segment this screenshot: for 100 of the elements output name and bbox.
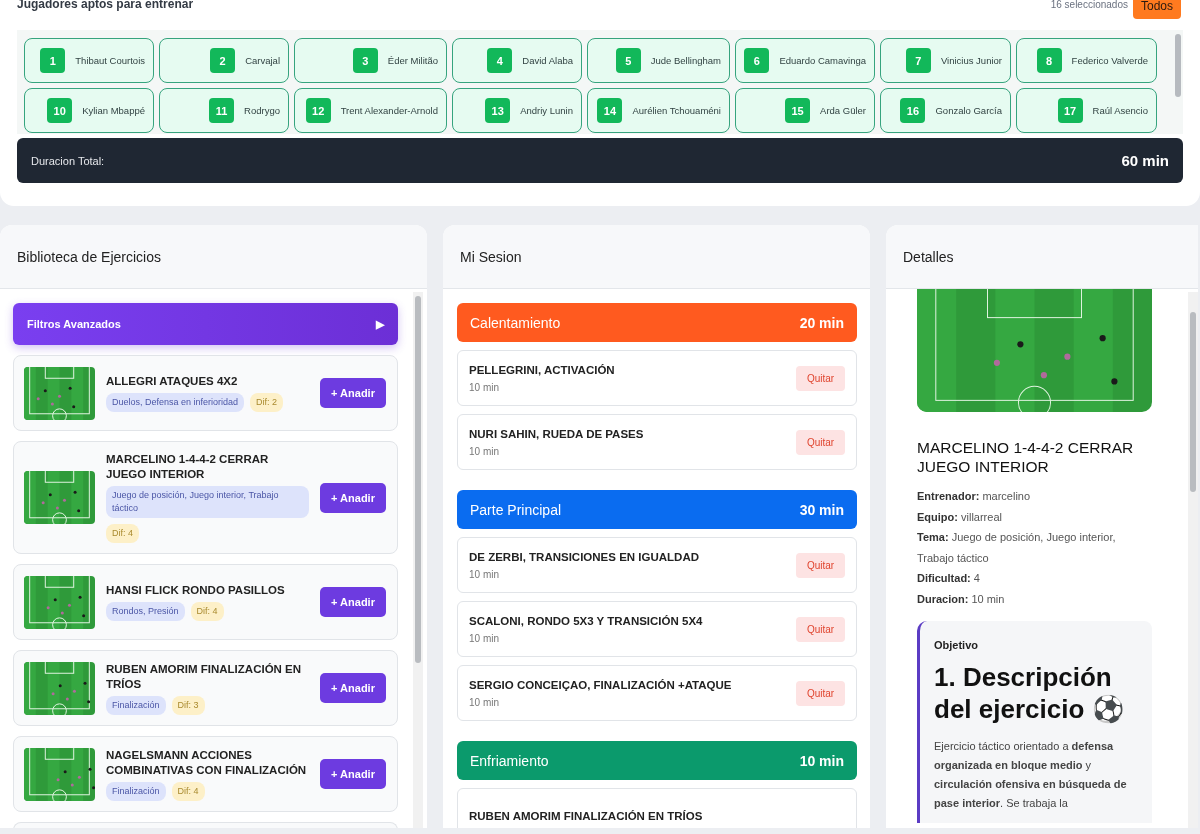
- player-chip[interactable]: 13 Andriy Lunin: [452, 88, 582, 133]
- player-number: 13: [485, 98, 511, 123]
- total-value: 60 min: [1121, 152, 1169, 169]
- exercise-duration: 10 min: [469, 696, 500, 708]
- player-chip[interactable]: 8 Federico Valverde: [1016, 38, 1157, 83]
- selected-count: 16 seleccionados: [1050, 0, 1128, 10]
- exercise-card[interactable]: RUBEN AMORIM FINALIZACIÓN EN TRÍOS Finalización Dif: 3 + Anadir: [13, 650, 398, 726]
- player-chip[interactable]: 2 Carvajal: [159, 38, 289, 83]
- tag-chip: Finalización: [106, 695, 166, 715]
- exercise-card[interactable]: HANSI FLICK RONDO PASILLOS Rondos, Presión Dif: 4 + Anadir: [13, 564, 398, 640]
- exercise-title: ALLEGRI ATAQUES 4X2: [106, 374, 238, 389]
- section-title: Jugadores aptos para entrenar: [17, 0, 195, 11]
- detail-line: Tema: Juego de posición, Juego interior, Trabajo táctico: [917, 530, 1117, 566]
- player-name: Thibaut Courtois: [75, 55, 145, 66]
- player-name: Eduardo Camavinga: [779, 55, 866, 66]
- player-name: Aurélien Tchouaméni: [632, 105, 721, 116]
- exercise-card[interactable]: ALLEGRI ATAQUES 4X2 Duelos, Defensa en inferioridad Dif: 2 + Anadir: [13, 355, 398, 431]
- difficulty-chip: Dif: 3: [171, 695, 205, 715]
- player-number: 14: [597, 98, 623, 123]
- player-chip[interactable]: 14 Aurélien Tchouaméni: [587, 88, 730, 133]
- scrollbar: [1175, 34, 1181, 97]
- player-name: David Alaba: [522, 55, 573, 66]
- block-duration: 30 min: [799, 501, 844, 518]
- player-chip[interactable]: 10 Kylian Mbappé: [24, 88, 154, 133]
- player-number: 11: [209, 98, 235, 123]
- difficulty-chip: Dif: 2: [250, 393, 284, 412]
- block-name: Parte Principal: [470, 501, 562, 518]
- add-button[interactable]: + Anadir: [320, 759, 386, 789]
- remove-button[interactable]: Quitar: [796, 680, 845, 706]
- player-name: Vinicius Junior: [940, 55, 1002, 66]
- player-chip[interactable]: 5 Jude Bellingham: [587, 38, 730, 83]
- detail-line: Entrenador: marcelino: [917, 489, 1032, 504]
- player-chip[interactable]: 1 Thibaut Courtois: [24, 38, 154, 83]
- player-chip[interactable]: 15 Arda Güler: [735, 88, 875, 133]
- exercise-duration: 10 min: [469, 381, 500, 393]
- player-name: Kylian Mbappé: [82, 105, 145, 116]
- block-name: Enfriamiento: [470, 752, 549, 769]
- player-number: 15: [785, 98, 811, 123]
- tag-chip: Duelos, Defensa en inferioridad: [106, 393, 245, 412]
- exercise-duration: 10 min: [469, 445, 500, 457]
- advanced-filters-button[interactable]: Filtros Avanzados ▶: [13, 303, 398, 345]
- exercise-title: HANSI FLICK RONDO PASILLOS: [106, 583, 285, 598]
- remove-button[interactable]: Quitar: [796, 365, 845, 391]
- block-duration: 20 min: [799, 314, 844, 331]
- player-number: 5: [615, 48, 641, 73]
- exercise-duration: 10 min: [469, 568, 500, 580]
- add-button[interactable]: + Anadir: [320, 587, 386, 617]
- player-chip[interactable]: 3 Éder Militão: [294, 38, 447, 83]
- player-number: 10: [47, 98, 73, 123]
- difficulty-chip: Dif: 4: [171, 781, 205, 801]
- player-name: Rodrygo: [244, 105, 280, 116]
- player-chip[interactable]: 17 Raúl Asencio: [1016, 88, 1157, 133]
- player-name: Andriy Lunin: [520, 105, 573, 116]
- remove-button[interactable]: Quitar: [796, 429, 845, 455]
- player-number: 7: [905, 48, 931, 73]
- exercise-title: RUBEN AMORIM FINALIZACIÓN EN TRÍOS: [106, 661, 303, 692]
- player-number: 12: [305, 98, 331, 123]
- remove-button[interactable]: Quitar: [796, 616, 845, 642]
- objective-heading: 1. Descripción del ejercicio ⚽: [934, 661, 1125, 725]
- difficulty-chip: Dif: 4: [106, 524, 139, 543]
- panel-title: Mi Sesion: [443, 225, 870, 289]
- objective-text: Ejercicio táctico orientado a defensa organizada en bloque medio y circulación ofensiva en búsqueda de pase interior. Se trabaja la: [934, 739, 1128, 811]
- select-all-button[interactable]: Todos: [1132, 0, 1181, 19]
- exercise-title: NURI SAHIN, RUEDA DE PASES: [469, 427, 644, 440]
- exercise-card[interactable]: MARCELINO 1-4-4-2 CERRAR JUEGO INTERIOR Juego de posición, Juego interior, Trabajo táctico Dif: 4 + Anadir: [13, 441, 398, 554]
- total-label: Duracion Total:: [31, 154, 105, 167]
- exercise-title: PELLEGRINI, ACTIVACIÓN: [469, 363, 615, 376]
- add-button[interactable]: + Anadir: [320, 482, 386, 513]
- player-chip[interactable]: 12 Trent Alexander-Arnold: [294, 88, 447, 133]
- exercise-title: RUBEN AMORIM FINALIZACIÓN EN TRÍOS: [469, 810, 703, 822]
- tag-chip: Finalización: [106, 781, 166, 801]
- player-number: 6: [744, 48, 770, 73]
- remove-button[interactable]: Quitar: [796, 552, 845, 578]
- player-number: 1: [40, 48, 66, 73]
- add-button[interactable]: + Anadir: [320, 673, 386, 703]
- player-number: 17: [1057, 98, 1083, 123]
- player-name: Gonzalo García: [935, 105, 1002, 116]
- player-chip[interactable]: 11 Rodrygo: [159, 88, 289, 133]
- player-number: 16: [900, 98, 926, 123]
- player-chip[interactable]: 16 Gonzalo García: [880, 88, 1011, 133]
- player-number: 3: [352, 48, 378, 73]
- player-chip[interactable]: 7 Vinicius Junior: [880, 38, 1011, 83]
- panel-title: Detalles: [886, 225, 1198, 289]
- player-chip[interactable]: 4 David Alaba: [452, 38, 582, 83]
- objective-label: Objetivo: [934, 639, 979, 651]
- block-duration: 10 min: [799, 752, 844, 769]
- exercise-title: DE ZERBI, TRANSICIONES EN IGUALDAD: [469, 550, 699, 563]
- player-name: Jude Bellingham: [650, 55, 721, 66]
- add-button[interactable]: + Anadir: [320, 378, 386, 408]
- exercise-title: SCALONI, RONDO 5X3 Y TRANSICIÓN 5X4: [469, 614, 703, 627]
- player-name: Raúl Asencio: [1092, 105, 1148, 116]
- detail-line: Dificultad: 4: [917, 571, 981, 586]
- player-chip[interactable]: 6 Eduardo Camavinga: [735, 38, 875, 83]
- exercise-card[interactable]: NAGELSMANN ACCIONES COMBINATIVAS CON FINALIZACIÓN Finalización Dif: 4 + Anadir: [13, 736, 398, 812]
- player-name: Carvajal: [245, 55, 280, 66]
- block-name: Calentamiento: [470, 314, 561, 331]
- detail-line: Duracion: 10 min: [917, 591, 1006, 607]
- tag-chip: Juego de posición, Juego interior, Trabajo táctico: [106, 486, 309, 518]
- panel-title: Biblioteca de Ejercicios: [0, 225, 427, 289]
- player-name: Trent Alexander-Arnold: [340, 105, 438, 116]
